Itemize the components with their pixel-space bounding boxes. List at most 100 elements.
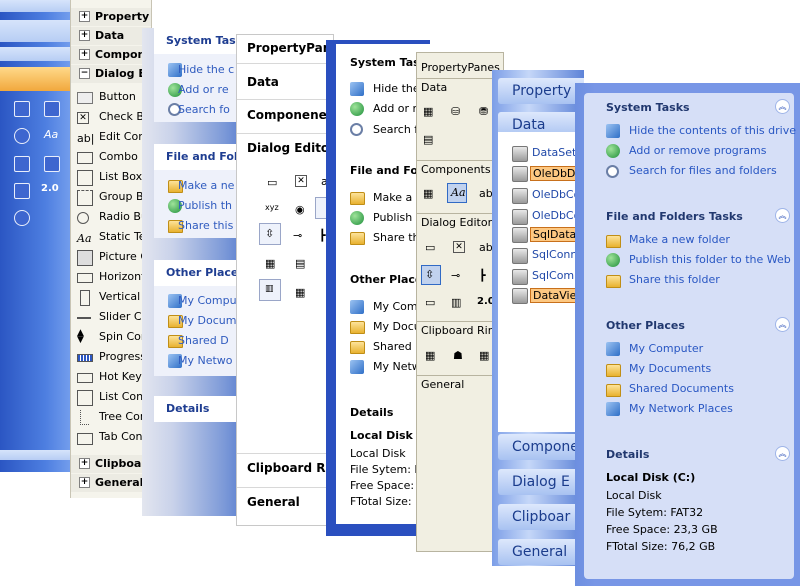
header-strip[interactable] — [0, 20, 75, 42]
section-header[interactable]: Clipboard Ring — [417, 321, 503, 340]
button-tool-icon[interactable]: ▭ — [267, 176, 277, 189]
section-header[interactable]: Dialog Editor — [247, 141, 335, 155]
collapse-chevron-icon[interactable]: ︽ — [775, 446, 790, 461]
section-header[interactable]: Details — [154, 396, 249, 422]
tab-tool-icon[interactable]: ▭ — [425, 296, 435, 309]
tree-tool-icon[interactable]: ┣ — [319, 229, 326, 242]
tool-item[interactable]: OleDbCo — [532, 188, 580, 201]
place-link[interactable]: My Netwo — [178, 354, 233, 367]
control-tool-icon[interactable] — [14, 210, 30, 226]
picture-tool-icon[interactable]: ▥ — [451, 296, 461, 309]
tool-item[interactable]: DataSet — [532, 146, 576, 159]
task-link[interactable]: Publish th — [178, 199, 232, 212]
section-header[interactable]: Other Place — [350, 273, 422, 286]
task-link[interactable]: Make a new folder — [629, 233, 730, 246]
section-header[interactable]: Compone — [498, 434, 584, 460]
checkbox-tool-icon[interactable] — [44, 101, 60, 117]
section-header[interactable]: Other Places — [606, 319, 685, 332]
static-text-tool-icon[interactable]: Aa — [44, 128, 58, 141]
grid-tool-icon[interactable]: ▦ — [425, 349, 435, 362]
component-tool-icon[interactable]: ▦ — [423, 187, 433, 200]
section-header[interactable]: Details — [350, 406, 393, 419]
header-strip[interactable] — [0, 0, 75, 12]
edit-tool-icon[interactable]: ab — [479, 187, 493, 200]
edit-tool-icon[interactable]: ab — [479, 241, 493, 254]
tab-tool-icon[interactable]: ▤ — [295, 257, 305, 270]
section-header[interactable]: System Tas — [350, 56, 420, 69]
place-link[interactable]: Shared D — [178, 334, 229, 347]
section-header[interactable]: Details — [606, 448, 649, 461]
place-link[interactable]: Shared Documents — [629, 382, 734, 395]
footer-strip[interactable] — [0, 450, 75, 460]
section-header[interactable]: Dialog E — [498, 469, 584, 495]
section-header[interactable]: File and Folders Tasks — [606, 210, 743, 223]
task-link[interactable]: Search fo — [178, 103, 230, 116]
section-header[interactable]: +Property P — [71, 8, 151, 41]
task-link[interactable]: Hide the — [373, 82, 420, 95]
section-header[interactable]: Clipboar — [498, 504, 584, 530]
version-tool-icon[interactable]: 2.0 — [41, 183, 59, 194]
section-header[interactable]: Other Places — [154, 260, 249, 286]
place-link[interactable]: My Docu — [373, 320, 421, 333]
button-tool-icon[interactable] — [14, 101, 30, 117]
task-link[interactable]: Hide the c — [178, 63, 234, 76]
control-tool-icon[interactable]: ☗ — [453, 349, 463, 362]
task-link[interactable]: Search for files and folders — [629, 164, 777, 177]
task-link[interactable]: Make a ne — [178, 179, 234, 192]
checkbox-tool-icon[interactable]: ✕ — [453, 241, 465, 253]
task-link[interactable]: Add or remove programs — [629, 144, 767, 157]
tool-item[interactable]: SqlConn — [532, 248, 577, 261]
section-header[interactable]: General — [417, 375, 503, 394]
tree-tool-icon[interactable]: ┣ — [479, 269, 486, 282]
collapse-chevron-icon[interactable]: ︽ — [775, 99, 790, 114]
task-link[interactable]: Share this folder — [629, 273, 720, 286]
place-link[interactable]: My Compu — [178, 294, 237, 307]
header-strip-selected[interactable] — [0, 67, 75, 91]
view-tool-icon[interactable]: ▤ — [423, 133, 433, 146]
progress-tool-icon[interactable] — [44, 156, 60, 172]
task-link[interactable]: Add or re — [178, 83, 229, 96]
section-header[interactable]: − Dialog E — [71, 65, 151, 83]
task-link[interactable]: Publish this folder to the Web — [629, 253, 791, 266]
collapse-chevron-icon[interactable]: ︽ — [775, 208, 790, 223]
section-header[interactable]: + Compon — [71, 46, 151, 64]
section-header[interactable]: Data — [417, 78, 503, 97]
task-link[interactable]: Hide the contents of this drive — [629, 124, 796, 137]
place-link[interactable]: My Netw — [373, 360, 421, 373]
connection-tool-icon[interactable]: ⛃ — [479, 105, 488, 118]
table-tool-icon[interactable]: ▦ — [479, 349, 489, 362]
place-link[interactable]: My Computer — [629, 342, 703, 355]
place-link[interactable]: My Network Places — [629, 402, 733, 415]
section-header[interactable]: + Data — [71, 27, 151, 45]
checkbox-tool-icon[interactable]: ✕ — [295, 175, 307, 187]
section-header[interactable]: File and Fold — [154, 144, 249, 170]
task-link[interactable]: Add or r — [373, 102, 417, 115]
place-link[interactable]: My Documents — [629, 362, 711, 375]
spin-tool-icon[interactable] — [14, 156, 30, 172]
place-link[interactable]: My Docum — [178, 314, 236, 327]
section-header[interactable]: PropertyPanes — [417, 59, 503, 77]
header-strip[interactable] — [0, 47, 75, 61]
collapse-chevron-icon[interactable]: ︽ — [775, 317, 790, 332]
section-header[interactable]: General — [247, 495, 300, 509]
section-header[interactable]: + General — [71, 474, 151, 492]
section-header[interactable]: Dialog Editor — [417, 213, 503, 232]
list-tool-icon[interactable]: ▦ — [265, 257, 275, 270]
section-header[interactable]: Data — [247, 75, 279, 89]
picture-tool-icon[interactable] — [14, 183, 30, 199]
slider-tool-icon[interactable]: ⊸ — [293, 229, 302, 242]
radio-tool-icon[interactable] — [14, 128, 30, 144]
section-header[interactable]: File and Fol — [350, 164, 422, 177]
radio-tool-icon[interactable]: ◉ — [295, 203, 305, 216]
group-tool-icon[interactable]: xyz — [265, 203, 279, 212]
task-link[interactable]: Make a — [373, 191, 412, 204]
task-link[interactable]: Share th — [373, 231, 420, 244]
slider-tool-icon[interactable]: ⊸ — [451, 269, 460, 282]
section-header[interactable]: System Tasks — [606, 101, 690, 114]
tool-item[interactable]: OleDbCo — [532, 209, 580, 222]
section-header[interactable]: Components — [417, 160, 503, 179]
section-header[interactable]: System Task — [154, 28, 249, 54]
section-header[interactable]: General — [498, 539, 584, 565]
task-link[interactable]: Share this — [178, 219, 233, 232]
section-header[interactable]: Property — [498, 78, 584, 104]
